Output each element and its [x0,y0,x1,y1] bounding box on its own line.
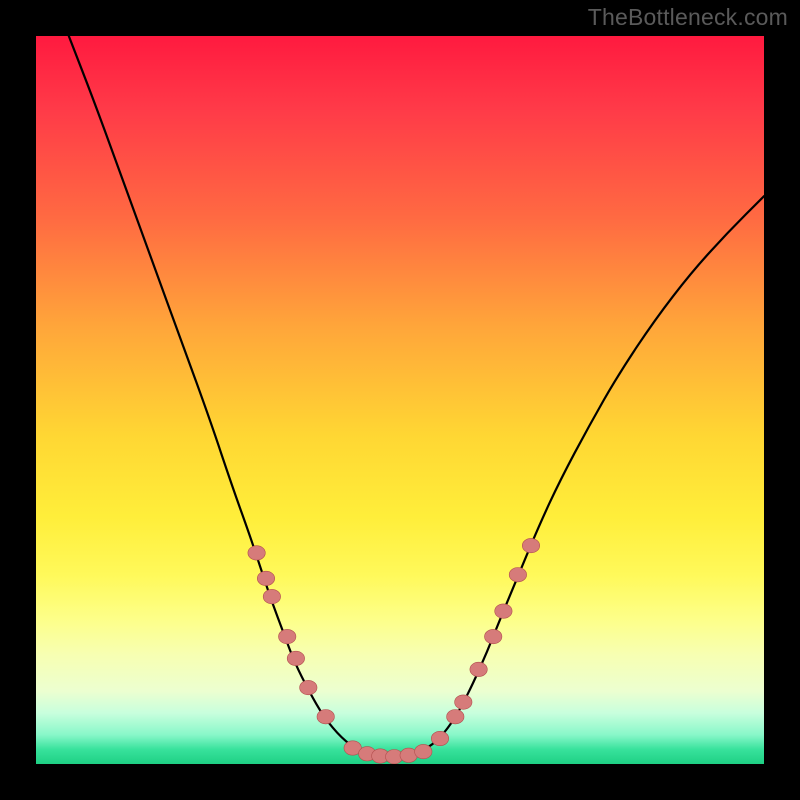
data-dot [470,662,487,676]
data-dot [257,571,274,585]
data-dot [263,589,280,603]
data-dot [447,710,464,724]
bottleneck-curve [69,36,764,757]
data-dot [287,651,304,665]
data-dot [455,695,472,709]
data-dot [431,731,448,745]
chart-svg [36,36,764,764]
data-dot [485,629,502,643]
data-dot [279,629,296,643]
data-dot [248,546,265,560]
data-dot [495,604,512,618]
data-dot [300,680,317,694]
plot-area [36,36,764,764]
data-dot [415,744,432,758]
watermark-text: TheBottleneck.com [588,4,788,31]
data-dot [509,568,526,582]
data-dot-group [248,538,540,764]
data-dot [522,538,539,552]
data-dot [317,710,334,724]
chart-frame: TheBottleneck.com [0,0,800,800]
